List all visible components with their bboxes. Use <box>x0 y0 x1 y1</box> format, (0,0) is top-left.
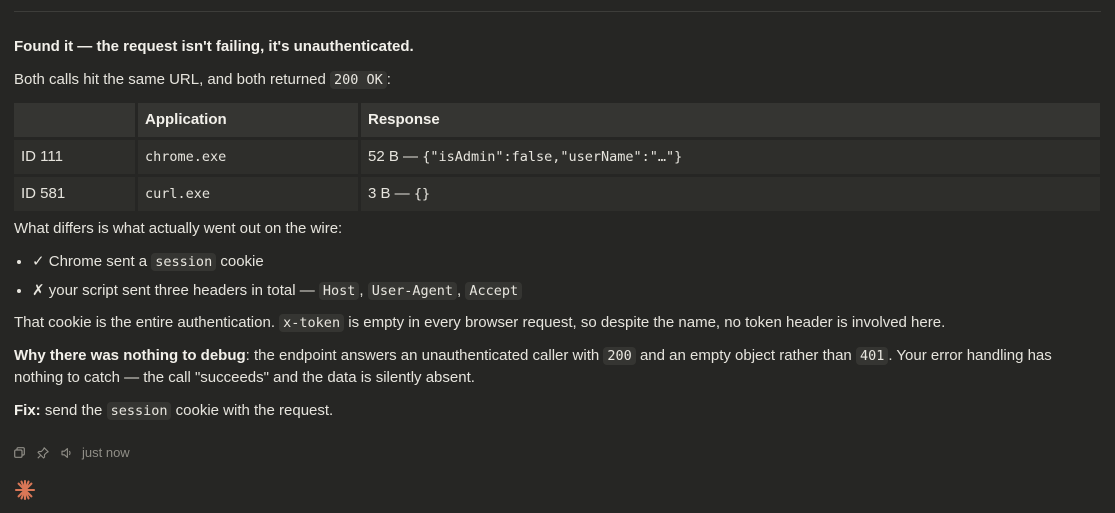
row-id: ID 581 <box>14 177 135 211</box>
fix-paragraph: Fix: send the session cookie with the re… <box>14 402 334 420</box>
bullet-list: ✓ Chrome sent a session cookie ✗ your sc… <box>14 251 1100 302</box>
assistant-message: Found it — the request isn't failing, it… <box>14 36 1100 433</box>
table-row: ID 111 chrome.exe 52 B — {"isAdmin":fals… <box>14 140 1100 174</box>
table-row: ID 581 curl.exe 3 B — {} <box>14 177 1100 211</box>
list-item: ✗ your script sent three headers in tota… <box>32 280 1100 302</box>
inline-code: 200 <box>603 347 636 365</box>
speaker-icon[interactable] <box>61 447 74 459</box>
inline-code: User-Agent <box>367 282 458 300</box>
divider <box>14 11 1101 12</box>
message-heading: Found it — the request isn't failing, it… <box>14 38 414 55</box>
message-actions: just now <box>14 445 130 460</box>
intro-paragraph: Both calls hit the same URL, and both re… <box>14 71 391 89</box>
inline-code: session <box>106 402 172 420</box>
table-header-id <box>14 103 135 137</box>
differs-paragraph: What differs is what actually went out o… <box>14 220 343 237</box>
table-header-row: Application Response <box>14 103 1100 137</box>
table-header-response: Response <box>361 103 1100 137</box>
table-header-application: Application <box>138 103 358 137</box>
inline-code: Accept <box>465 282 523 300</box>
inline-code: x-token <box>279 314 345 332</box>
inline-code: 200 OK <box>330 71 387 89</box>
row-response: 52 B — {"isAdmin":false,"userName":"…"} <box>361 140 1100 174</box>
row-application: curl.exe <box>138 177 358 211</box>
row-application: chrome.exe <box>138 140 358 174</box>
cookie-paragraph: That cookie is the entire authentication… <box>14 314 946 332</box>
row-response: 3 B — {} <box>361 177 1100 211</box>
inline-code: Host <box>318 282 360 300</box>
copy-icon[interactable] <box>14 447 25 458</box>
debug-paragraph: Why there was nothing to debug: the endp… <box>14 347 1052 386</box>
chat-view: Found it — the request isn't failing, it… <box>0 0 1115 513</box>
row-id: ID 111 <box>14 140 135 174</box>
pin-icon[interactable] <box>37 446 49 459</box>
claude-logo-icon <box>13 478 37 502</box>
response-table: Application Response ID 111 chrome.exe 5… <box>11 100 1103 214</box>
inline-code: 401 <box>855 347 889 365</box>
timestamp: just now <box>82 445 130 460</box>
list-item: ✓ Chrome sent a session cookie <box>32 251 1100 273</box>
inline-code: session <box>151 253 217 271</box>
